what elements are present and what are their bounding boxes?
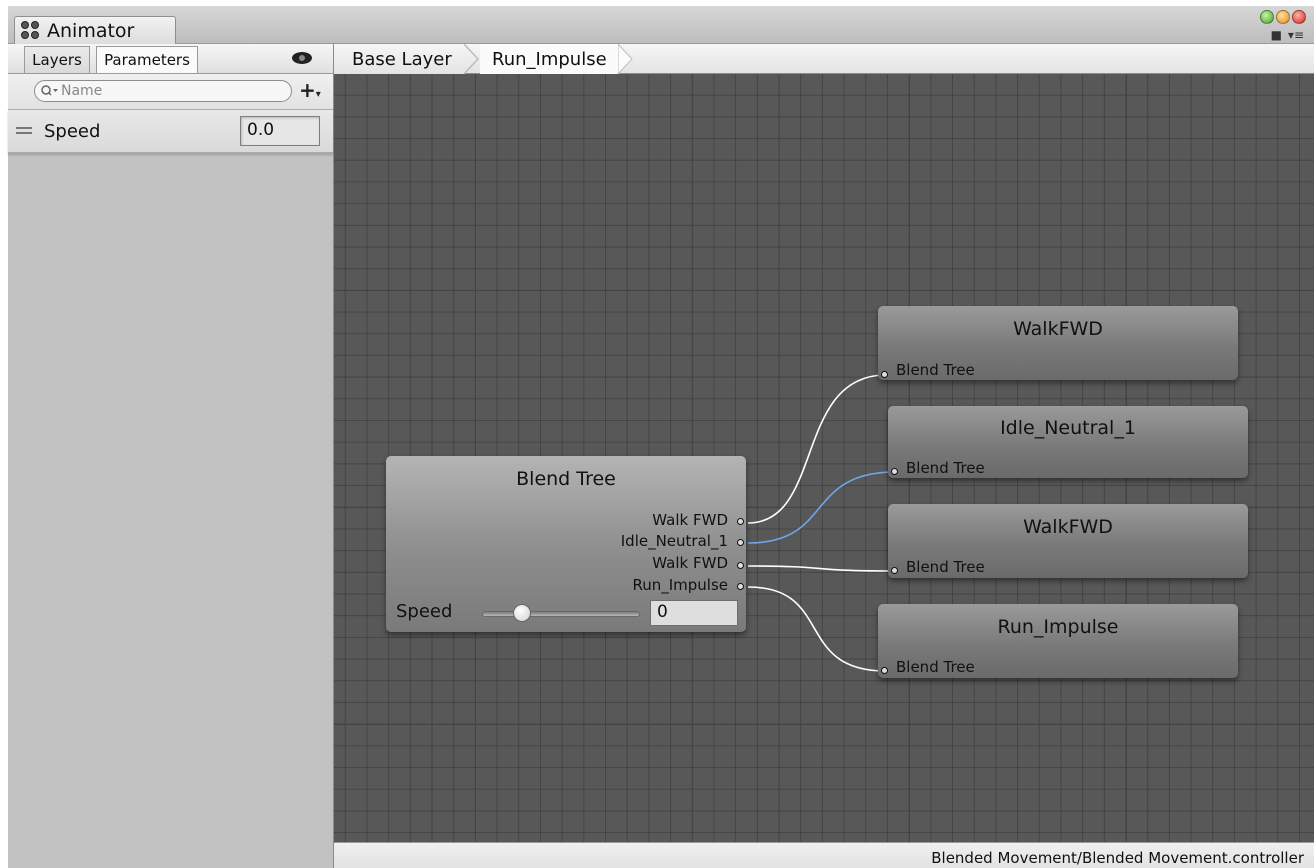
lock-icon[interactable]: ■	[1271, 28, 1282, 42]
tab-parameters-label: Parameters	[104, 51, 190, 69]
link-idle-neutral[interactable]	[747, 471, 897, 544]
motion-node[interactable]: WalkFWD Blend Tree	[888, 504, 1248, 578]
parameter-row[interactable]: Speed 0.0	[8, 110, 333, 154]
parameter-search-row: +▾	[8, 74, 333, 110]
blend-parameter-slider-thumb[interactable]	[512, 604, 531, 622]
output-label: Run_Impulse	[632, 576, 728, 594]
breadcrumb-base-layer[interactable]: Base Layer	[334, 44, 464, 74]
tab-parameters[interactable]: Parameters	[96, 46, 198, 73]
link-walk-fwd-1[interactable]	[747, 374, 887, 524]
output-port-icon[interactable]	[737, 562, 744, 569]
blend-parameter-label: Speed	[396, 601, 453, 622]
link-run-impulse[interactable]	[747, 586, 887, 672]
parameter-search-input[interactable]	[59, 83, 259, 99]
motion-node-input-label: Blend Tree	[906, 459, 985, 477]
tab-layers-label: Layers	[32, 51, 82, 69]
motion-node[interactable]: Idle_Neutral_1 Blend Tree	[888, 406, 1248, 478]
breadcrumb-separator-icon	[464, 44, 480, 74]
graph-canvas[interactable]: Blend Tree Walk FWD Idle_Neutral_1 Walk …	[334, 74, 1314, 842]
motion-node[interactable]: Run_Impulse Blend Tree	[878, 604, 1238, 678]
breadcrumb-base-layer-label: Base Layer	[352, 48, 452, 70]
motion-node-input-label: Blend Tree	[896, 658, 975, 676]
parameter-value-field[interactable]: 0.0	[240, 116, 320, 146]
breadcrumb-run-impulse-label: Run_Impulse	[492, 48, 607, 70]
motion-node-input-label: Blend Tree	[896, 361, 975, 379]
blend-tree-title: Blend Tree	[516, 468, 616, 490]
drag-handle-icon[interactable]	[16, 127, 32, 137]
output-port-icon[interactable]	[737, 539, 744, 546]
blend-parameter-slider[interactable]	[482, 611, 640, 617]
motion-node-title: WalkFWD	[1023, 516, 1113, 538]
motion-node-input-label: Blend Tree	[906, 558, 985, 576]
input-port-icon[interactable]	[881, 371, 888, 378]
search-icon[interactable]	[41, 85, 59, 97]
status-bar: Blended Movement/Blended Movement.contro…	[334, 842, 1314, 868]
input-port-icon[interactable]	[891, 468, 898, 475]
tab-layers[interactable]: Layers	[24, 46, 90, 73]
motion-node-title: Run_Impulse	[997, 616, 1119, 638]
animator-tab[interactable]: Animator	[14, 16, 176, 45]
motion-node-title: Idle_Neutral_1	[1000, 417, 1136, 439]
minimize-button[interactable]	[1276, 10, 1290, 24]
animator-tab-label: Animator	[47, 20, 135, 42]
breadcrumb-run-impulse[interactable]: Run_Impulse	[480, 44, 618, 74]
breadcrumb-end-icon	[618, 44, 633, 74]
animator-icon	[21, 21, 41, 41]
output-label: Idle_Neutral_1	[620, 532, 728, 550]
window-options: ■ ▾≡	[1271, 28, 1304, 42]
output-label: Walk FWD	[652, 554, 728, 572]
menu-icon[interactable]: ▾≡	[1288, 28, 1304, 42]
close-button[interactable]	[1292, 10, 1306, 24]
eye-icon[interactable]	[291, 51, 313, 65]
motion-node[interactable]: WalkFWD Blend Tree	[878, 306, 1238, 380]
input-port-icon[interactable]	[881, 667, 888, 674]
input-port-icon[interactable]	[891, 567, 898, 574]
link-walk-fwd-2[interactable]	[747, 565, 897, 572]
controller-path: Blended Movement/Blended Movement.contro…	[931, 849, 1304, 867]
window-tab-strip: Animator ■ ▾≡	[8, 6, 1314, 45]
maximize-button[interactable]	[1260, 10, 1274, 24]
animator-window: Animator ■ ▾≡ Layers Parameters Name +▾ …	[8, 6, 1314, 868]
blend-tree-node[interactable]: Blend Tree Walk FWD Idle_Neutral_1 Walk …	[386, 456, 746, 632]
panel-tabs: Layers Parameters	[8, 44, 333, 74]
output-port-icon[interactable]	[737, 583, 744, 590]
blend-parameter-value-field[interactable]: 0	[650, 600, 738, 626]
parameters-panel: Layers Parameters +▾ Speed	[8, 44, 334, 868]
breadcrumb: Base Layer Run_Impulse	[334, 44, 1314, 74]
motion-node-title: WalkFWD	[1013, 318, 1103, 340]
parameter-search-box[interactable]	[34, 80, 292, 102]
add-parameter-button[interactable]: +▾	[299, 78, 321, 102]
window-controls	[1260, 10, 1306, 24]
parameter-name: Speed	[44, 121, 101, 142]
output-label: Walk FWD	[652, 511, 728, 529]
output-port-icon[interactable]	[737, 518, 744, 525]
